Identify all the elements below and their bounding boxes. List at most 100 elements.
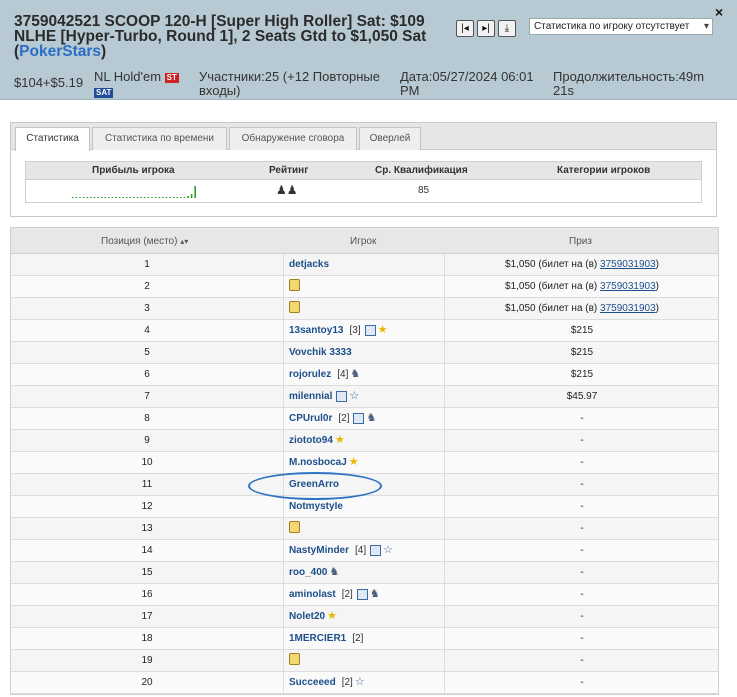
sparkline-bar: [75, 197, 78, 198]
prize-cell: $215: [570, 325, 594, 336]
ticket-tournament-link[interactable]: 3759031903: [600, 281, 656, 292]
prize-cell: -: [580, 435, 584, 446]
player-name-link[interactable]: 13santoy13: [289, 325, 343, 336]
reentry-count: [2]: [341, 677, 353, 688]
sparkline-bar: [104, 197, 106, 198]
player-stats-select-value: Статистика по игроку отсутствует: [534, 21, 690, 32]
table-row: 3 $1,050 (билет на (в) 3759031903): [11, 298, 718, 320]
player-name-link[interactable]: aminolast: [289, 589, 336, 600]
game-type: NL Hold'em ST SAT: [94, 70, 194, 98]
col-avg-qualification: Ср. Квалификация: [375, 165, 468, 176]
chevron-down-icon: ▾: [703, 21, 709, 32]
first-page-button[interactable]: |◂: [456, 20, 474, 37]
reentry-count: [3]: [349, 325, 361, 336]
col-position[interactable]: Позиция (место) ▴▾: [101, 236, 188, 247]
annotation-ellipse: [248, 472, 382, 500]
star-icon: ★: [377, 323, 388, 336]
chess-piece-icon: ♞: [329, 565, 340, 578]
stats-header-row: Прибыль игрока Рейтинг Ср. Квалификация …: [25, 161, 702, 180]
position-cell: 1: [11, 254, 284, 276]
sparkline-bar: [97, 197, 99, 198]
player-name-link[interactable]: ziototo94: [289, 435, 333, 446]
close-button[interactable]: ×: [715, 4, 723, 20]
col-player-profit: Прибыль игрока: [92, 165, 175, 176]
star-outline-icon: ☆: [354, 675, 365, 688]
tab-bar: Статистика Статистика по времени Обнаруж…: [11, 123, 716, 151]
sparkline-bar: [180, 197, 182, 198]
table-row: 12 NotmystyIe -: [11, 496, 718, 518]
position-cell: 12: [11, 496, 284, 518]
last-page-button[interactable]: ▸|: [477, 20, 495, 37]
player-cell: ziototo94 ★: [285, 430, 445, 452]
prize-cell: -: [580, 413, 584, 424]
lock-icon: [289, 301, 300, 314]
player-cell: Nolet20 ★: [285, 606, 445, 628]
star-icon: ★: [327, 609, 337, 622]
prize-cell: -: [580, 479, 584, 490]
lock-icon: [289, 521, 300, 534]
col-prize: Приз: [569, 236, 592, 247]
sparkline-bar: [115, 197, 117, 198]
tab-statistics[interactable]: Статистика: [15, 127, 90, 151]
table-body: 1 detjacks $1,050 (билет на (в) 3759031903…: [11, 254, 718, 694]
position-cell: 8: [11, 408, 284, 430]
table-row: 5 Vovchik 3333 $215: [11, 342, 718, 364]
tab-time-statistics[interactable]: Статистика по времени: [92, 127, 227, 150]
sat-badge: SAT: [94, 87, 114, 98]
col-player-categories: Категории игроков: [557, 165, 651, 176]
reentry-count: [2]: [341, 589, 353, 600]
player-name-link[interactable]: rojorulez: [289, 369, 331, 380]
ticket-tournament-link[interactable]: 3759031903: [600, 259, 656, 270]
position-cell: 19: [11, 650, 284, 672]
sparkline-bar: [136, 197, 139, 198]
sparkline-bar: [86, 197, 88, 198]
player-name-link[interactable]: M.nosbocaJ: [289, 457, 347, 468]
player-name-link[interactable]: Vovchik 3333: [289, 347, 352, 358]
player-cell: rojorulez [4] ♞: [285, 364, 445, 386]
site-link[interactable]: PokerStars: [19, 43, 101, 60]
prize-cell: $1,050 (билет на (в) 3759031903): [446, 276, 718, 298]
ticket-tournament-link[interactable]: 3759031903: [600, 303, 656, 314]
position-cell: 13: [11, 518, 284, 540]
prize-cell: $45.97: [566, 391, 598, 402]
prize-cell: -: [580, 567, 584, 578]
table-row: 8 CPUrul0r [2] ♞ -: [11, 408, 718, 430]
star-icon: ★: [334, 433, 345, 446]
sparkline-bar: [147, 197, 150, 198]
player-name-link[interactable]: 1MERCIER1: [289, 633, 346, 644]
position-cell: 4: [11, 320, 284, 342]
player-cell: CPUrul0r [2] ♞: [285, 408, 445, 430]
table-row: 9 ziototo94 ★ -: [11, 430, 718, 452]
sparkline-bar: [133, 197, 135, 198]
reentry-count: [4]: [355, 545, 367, 556]
chess-piece-icon: ♞: [366, 411, 377, 424]
sparkline-bar: [118, 197, 121, 198]
sparkline-bar: [122, 197, 124, 198]
ticket-prize-text: $1,050 (билет на (в): [504, 259, 601, 270]
download-button[interactable]: ⤓: [498, 20, 516, 37]
player-cell: [285, 518, 445, 540]
player-name-link[interactable]: detjacks: [289, 259, 329, 270]
player-name-link[interactable]: CPUrul0r: [289, 413, 332, 424]
position-cell: 10: [11, 452, 284, 474]
sparkline-bar: [158, 197, 160, 198]
table-row: 4 13santoy13 [3] ★ $215: [11, 320, 718, 342]
table-row: 16 aminolast [2] ♞ -: [11, 584, 718, 606]
player-name-link[interactable]: Nolet20: [289, 611, 325, 622]
table-row: 14 NastyMinder [4] ☆ -: [11, 540, 718, 562]
stats-panel: Статистика Статистика по времени Обнаруж…: [10, 122, 717, 217]
player-name-link[interactable]: Succeeed: [289, 677, 336, 688]
sparkline-bar: [126, 197, 128, 198]
player-stats-select[interactable]: Статистика по игроку отсутствует ▾: [529, 18, 713, 35]
position-cell: 16: [11, 584, 284, 606]
prize-cell: -: [580, 589, 584, 600]
player-name-link[interactable]: NotmystyIe: [289, 501, 343, 512]
sparkline-bar: [187, 196, 189, 198]
player-name-link[interactable]: roo_400: [289, 567, 327, 578]
player-name-link[interactable]: milennial: [289, 391, 332, 402]
prize-cell: -: [580, 523, 584, 534]
player-name-link[interactable]: NastyMinder: [289, 545, 349, 556]
tab-collusion-detection[interactable]: Обнаружение сговора: [229, 127, 357, 150]
sparkline-bar: [194, 186, 196, 198]
tab-overlay[interactable]: Оверлей: [359, 127, 421, 150]
